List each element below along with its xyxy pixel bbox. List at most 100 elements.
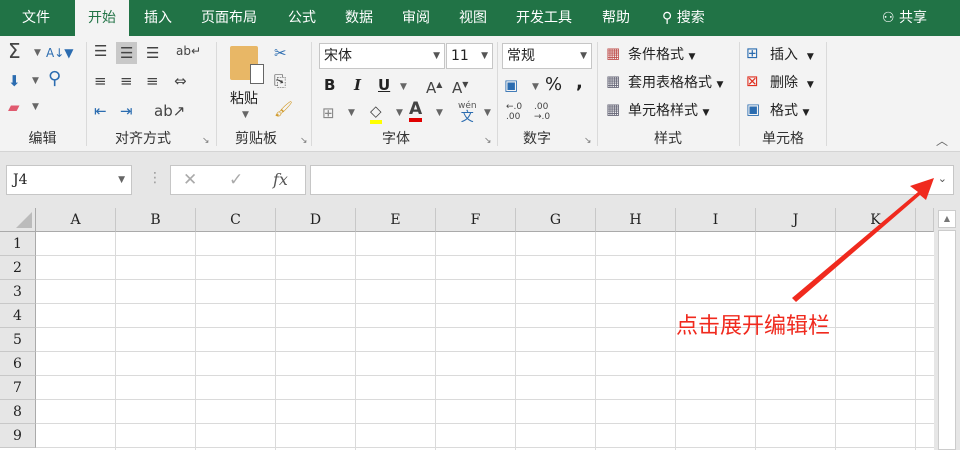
increase-decimal-icon[interactable]: ←.0.00 [506, 102, 522, 122]
copy-icon[interactable]: ⎘ [274, 72, 286, 90]
enter-checkmark-icon[interactable]: ✓ [229, 170, 243, 190]
percent-style-button[interactable]: % [545, 74, 562, 95]
clear-eraser-icon[interactable]: ▰ [8, 98, 20, 116]
increase-indent-icon[interactable]: ⇥ [120, 102, 133, 120]
collapse-ribbon-icon[interactable]: ︿ [936, 132, 948, 149]
column-header[interactable]: B [116, 208, 196, 232]
paste-button[interactable]: 粘贴 [230, 88, 258, 108]
chevron-down-icon[interactable]: ▼ [34, 48, 41, 58]
tab-page-layout[interactable]: 页面布局 [191, 0, 267, 36]
cell-styles-label: 单元格样式 [628, 103, 698, 119]
comma-style-button[interactable]: , [576, 72, 583, 93]
row-header[interactable]: 2 [0, 256, 36, 280]
tab-file[interactable]: 文件 [12, 0, 60, 36]
align-left-icon[interactable]: ≡ [94, 72, 107, 90]
chevron-down-icon[interactable]: ▼ [436, 108, 443, 118]
orientation-icon[interactable]: ab↗ [154, 102, 185, 120]
decrease-indent-icon[interactable]: ⇤ [94, 102, 107, 120]
tab-home[interactable]: 开始 [75, 0, 129, 36]
dialog-launcher-icon[interactable]: ↘ [584, 136, 592, 146]
font-name-select[interactable]: 宋体 ▼ [319, 43, 445, 69]
conditional-formatting-button[interactable]: 条件格式 ▼ [628, 44, 695, 64]
fill-icon[interactable]: ⬇ [8, 72, 21, 90]
chevron-down-icon[interactable]: ▼ [32, 102, 39, 112]
font-color-icon[interactable]: A [409, 100, 423, 122]
chevron-down-icon[interactable]: ▼ [242, 110, 249, 120]
fill-color-icon[interactable]: ◇ [370, 102, 382, 124]
cancel-icon[interactable]: ✕ [183, 170, 197, 190]
row-header[interactable]: 9 [0, 424, 36, 448]
align-bottom-icon[interactable]: ☰ [146, 44, 159, 62]
insert-function-icon[interactable]: fx [273, 170, 288, 189]
row-header[interactable]: 5 [0, 328, 36, 352]
chevron-down-icon: ▼ [716, 80, 724, 90]
dialog-launcher-icon[interactable]: ↘ [300, 136, 308, 146]
chevron-down-icon[interactable]: ▼ [400, 82, 407, 92]
tab-data[interactable]: 数据 [335, 0, 383, 36]
format-painter-icon[interactable]: 🖌 [274, 100, 293, 118]
autosum-icon[interactable]: Σ [8, 41, 21, 61]
underline-button[interactable]: U [378, 76, 390, 94]
dialog-launcher-icon[interactable]: ↘ [484, 136, 492, 146]
decrease-font-size-icon[interactable]: A▼ [452, 76, 468, 97]
merge-center-icon[interactable]: ⇔ [174, 72, 187, 90]
align-top-icon[interactable]: ☰ [94, 42, 107, 60]
share-button[interactable]: ⚇ 共享 [872, 0, 937, 36]
accounting-format-icon[interactable]: ▣ [504, 76, 518, 94]
phonetic-bottom: 文 [460, 110, 474, 125]
tell-me-search[interactable]: ⚲ 搜索 [652, 0, 715, 36]
find-select-icon[interactable]: ⚲ [48, 70, 61, 88]
increase-font-size-icon[interactable]: A▲ [426, 76, 442, 97]
align-center-icon[interactable]: ≡ [120, 72, 133, 90]
column-header[interactable]: G [516, 208, 596, 232]
phonetic-guide-icon[interactable]: wén 文 [458, 102, 477, 125]
name-box[interactable]: J4 ▼ [6, 165, 132, 195]
tab-help[interactable]: 帮助 [592, 0, 640, 36]
format-cells-button[interactable]: 格式 ▼ [770, 100, 809, 120]
column-header[interactable]: A [36, 208, 116, 232]
chevron-down-icon[interactable]: ▼ [532, 82, 539, 92]
borders-icon[interactable]: ⊞ [322, 104, 335, 122]
sort-filter-icon[interactable]: A↓▼ [46, 44, 74, 62]
font-size-select[interactable]: 11 ▼ [446, 43, 493, 69]
row-header[interactable]: 4 [0, 304, 36, 328]
tab-insert[interactable]: 插入 [134, 0, 182, 36]
gridline [275, 232, 276, 450]
column-header[interactable]: I [676, 208, 756, 232]
chevron-down-icon: ▼ [433, 51, 440, 61]
align-right-icon[interactable]: ≡ [146, 72, 159, 90]
tab-review[interactable]: 审阅 [392, 0, 440, 36]
insert-cells-button[interactable]: 插入 ▼ [770, 44, 814, 64]
number-format-select[interactable]: 常规 ▼ [502, 43, 592, 69]
align-middle-icon[interactable]: ☰ [116, 42, 138, 64]
tab-developer[interactable]: 开发工具 [506, 0, 582, 36]
splitter-handle[interactable]: ⋮ [148, 170, 162, 186]
wrap-text-icon[interactable]: ab↵ [176, 42, 201, 60]
dialog-launcher-icon[interactable]: ↘ [202, 136, 210, 146]
cell-styles-button[interactable]: 单元格样式 ▼ [628, 100, 709, 120]
chevron-down-icon[interactable]: ▼ [348, 108, 355, 118]
cut-icon[interactable]: ✂ [274, 44, 287, 62]
row-header[interactable]: 8 [0, 400, 36, 424]
select-all-button[interactable] [0, 208, 36, 232]
annotation-text: 点击展开编辑栏 [676, 314, 831, 339]
decrease-decimal-icon[interactable]: .00 →.0 [534, 102, 550, 122]
delete-cells-button[interactable]: 删除 ▼ [770, 72, 814, 92]
row-header[interactable]: 1 [0, 232, 36, 256]
column-header[interactable]: C [196, 208, 276, 232]
bold-button[interactable]: B [324, 76, 335, 94]
column-header[interactable]: F [436, 208, 516, 232]
row-header[interactable]: 7 [0, 376, 36, 400]
italic-button[interactable]: I [354, 76, 361, 94]
row-header[interactable]: 3 [0, 280, 36, 304]
format-as-table-button[interactable]: 套用表格格式 ▼ [628, 72, 723, 92]
tab-formulas[interactable]: 公式 [278, 0, 326, 36]
chevron-down-icon[interactable]: ▼ [396, 108, 403, 118]
column-header[interactable]: D [276, 208, 356, 232]
row-header[interactable]: 6 [0, 352, 36, 376]
tab-view[interactable]: 视图 [449, 0, 497, 36]
column-header[interactable]: H [596, 208, 676, 232]
chevron-down-icon[interactable]: ▼ [484, 108, 491, 118]
column-header[interactable]: E [356, 208, 436, 232]
chevron-down-icon[interactable]: ▼ [32, 76, 39, 86]
